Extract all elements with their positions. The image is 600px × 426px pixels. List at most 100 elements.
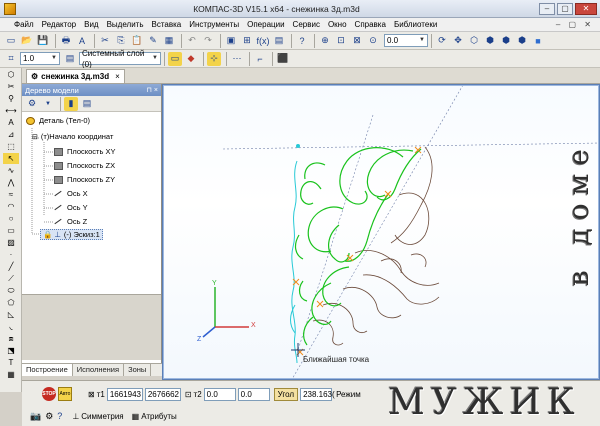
tree-node-axis-x[interactable]: Ось X <box>54 189 88 198</box>
tree-node-sketch[interactable]: 🔒 ⊥ (-) Эскиз:1 <box>40 229 103 240</box>
menu-help[interactable]: Справка <box>355 20 386 29</box>
angle-button[interactable]: Угол <box>273 387 299 401</box>
redo-icon[interactable]: ↷ <box>201 34 215 48</box>
auto-button[interactable]: Авто <box>58 387 72 401</box>
stop-button[interactable]: STOP <box>42 387 56 401</box>
tree-filter-icon[interactable]: ▮ <box>64 96 78 111</box>
menu-editor[interactable]: Редактор <box>42 20 76 29</box>
help-pointer-icon[interactable]: ? <box>295 34 309 48</box>
variables-icon[interactable]: f(x) <box>256 34 270 48</box>
cube-view-icon[interactable]: ⬛ <box>276 52 290 66</box>
manager-icon[interactable]: ▣ <box>224 34 238 48</box>
dimensions-icon[interactable]: ⟷ <box>3 105 19 116</box>
chevron-down-icon[interactable]: ▼ <box>41 97 55 111</box>
close-button[interactable]: ✕ <box>575 2 597 15</box>
tab-variants[interactable]: Исполнения <box>73 364 125 376</box>
tab-symmetry[interactable]: ⊥ Симметрия <box>68 412 127 421</box>
tree-node-part[interactable]: Деталь (Тел-0) <box>26 116 90 125</box>
step-combo[interactable]: 1.0 ▼ <box>20 52 60 65</box>
t1-y-field[interactable]: 2676662 <box>144 387 181 401</box>
segment-icon[interactable]: ⟋ <box>3 273 19 284</box>
open-file-icon[interactable]: 📂 <box>20 34 34 48</box>
hatch-icon[interactable]: ▨ <box>3 237 19 248</box>
rectangle-icon[interactable]: ▭ <box>3 225 19 236</box>
tree-structure-icon[interactable]: ⚙ <box>25 97 39 111</box>
save-icon[interactable]: 💾 <box>36 34 50 48</box>
snap-icon[interactable]: ⊹ <box>207 51 221 66</box>
properties-icon[interactable]: ▦ <box>162 34 176 48</box>
tab-zones[interactable]: Зоны <box>124 364 152 376</box>
t2-y-field[interactable]: 0.0 <box>237 387 270 401</box>
menu-file[interactable]: Файл <box>14 20 34 29</box>
undo-icon[interactable]: ↶ <box>185 34 199 48</box>
geometry-icon[interactable]: ⬡ <box>3 69 19 80</box>
settings-icon[interactable]: ⚙ <box>45 411 53 422</box>
zoom-scale-icon[interactable]: ⊙ <box>366 34 380 48</box>
polyline-icon[interactable]: ⋀ <box>3 177 19 188</box>
text-icon[interactable]: T <box>3 357 19 368</box>
tree-node-plane-xy[interactable]: Плоскость XY <box>54 147 116 156</box>
print-icon[interactable]: 🖶 <box>59 34 73 48</box>
camera-icon[interactable]: 📷 <box>30 411 41 422</box>
tree-node-origin[interactable]: ⊟ (т)Начало координат <box>32 132 113 141</box>
zoom-scale-combo[interactable]: 0.0 ▼ <box>384 34 428 47</box>
minimize-button[interactable]: – <box>539 2 555 15</box>
ellipse-icon[interactable]: ⬭ <box>3 285 19 296</box>
menu-view[interactable]: Вид <box>84 20 98 29</box>
menu-insert[interactable]: Вставка <box>152 20 182 29</box>
menu-libraries[interactable]: Библиотеки <box>394 20 437 29</box>
t1-x-field[interactable]: 1661943 <box>106 387 143 401</box>
aux-line-icon[interactable]: ╱ <box>3 261 19 272</box>
curves-icon[interactable]: ∿ <box>3 165 19 176</box>
view-hidden-icon[interactable]: ⬢ <box>499 34 513 48</box>
point-icon[interactable]: · <box>3 249 19 260</box>
t2-x-field[interactable]: 0.0 <box>203 387 236 401</box>
orientation-icon[interactable]: ⬡ <box>467 34 481 48</box>
panel-pin-close-icons[interactable]: ⊓ × <box>147 86 159 94</box>
maximize-button[interactable]: ▢ <box>557 2 573 15</box>
spec-icon[interactable]: ▤ <box>272 34 286 48</box>
polygon-icon[interactable]: ⬠ <box>3 297 19 308</box>
menu-window[interactable]: Окно <box>328 20 347 29</box>
format-brush-icon[interactable]: ✎ <box>146 34 160 48</box>
tree-expand-icon[interactable]: ▤ <box>80 97 94 111</box>
menu-operations[interactable]: Операции <box>247 20 284 29</box>
view-shaded-icon[interactable]: ⬢ <box>515 34 529 48</box>
tab-attributes[interactable]: ▦ Атрибуты <box>128 412 181 421</box>
notation-icon[interactable]: A <box>3 117 19 128</box>
angle-field[interactable]: 238.163( <box>300 387 335 401</box>
layer-combo[interactable]: Системный слой (0) ▼ <box>79 49 161 69</box>
tree-node-axis-z[interactable]: Ось Z <box>54 217 87 226</box>
view-wireframe-icon[interactable]: ⬢ <box>483 34 497 48</box>
tree-node-plane-zx[interactable]: Плоскость ZX <box>54 161 115 170</box>
menu-select[interactable]: Выделить <box>107 20 144 29</box>
circle-icon[interactable]: ○ <box>3 213 19 224</box>
table-icon[interactable]: ▦ <box>3 369 19 380</box>
tree-node-axis-y[interactable]: Ось Y <box>54 203 88 212</box>
library-icon[interactable]: ⊞ <box>240 34 254 48</box>
chamfer-icon[interactable]: ◺ <box>3 309 19 320</box>
new-file-icon[interactable]: ▭ <box>4 34 18 48</box>
select-icon[interactable]: ⬚ <box>3 141 19 152</box>
projection-icon[interactable]: ⬔ <box>3 345 19 356</box>
eraser-icon[interactable]: ◆ <box>184 52 198 66</box>
fillet-icon[interactable]: ◟ <box>3 321 19 332</box>
spline-icon[interactable]: ≈ <box>3 189 19 200</box>
measure-icon[interactable]: ⊿ <box>3 129 19 140</box>
view-shaded-edges-icon[interactable]: ■ <box>531 34 545 48</box>
tree-node-plane-zy[interactable]: Плоскость ZY <box>54 175 115 184</box>
close-tab-icon[interactable]: × <box>115 72 120 81</box>
orto-icon[interactable]: ⌐ <box>253 52 267 66</box>
document-tab[interactable]: ⚙ снежинка 3д.m3d × <box>26 69 125 83</box>
pointer-icon[interactable]: ↖ <box>3 153 19 164</box>
help-icon[interactable]: ? <box>57 411 62 421</box>
edit-icon[interactable]: ✂ <box>3 81 19 92</box>
cut-icon[interactable]: ✂ <box>98 34 112 48</box>
sketch-canvas[interactable] <box>163 85 600 380</box>
zoom-window-icon[interactable]: ⊡ <box>334 34 348 48</box>
mdi-controls[interactable]: – ▢ ✕ <box>556 20 594 29</box>
zoom-in-icon[interactable]: ⊕ <box>318 34 332 48</box>
tab-construction[interactable]: Построение <box>22 364 73 376</box>
parametrization-icon[interactable]: ⚲ <box>3 93 19 104</box>
collapse-icon[interactable]: ⊟ <box>32 133 38 141</box>
